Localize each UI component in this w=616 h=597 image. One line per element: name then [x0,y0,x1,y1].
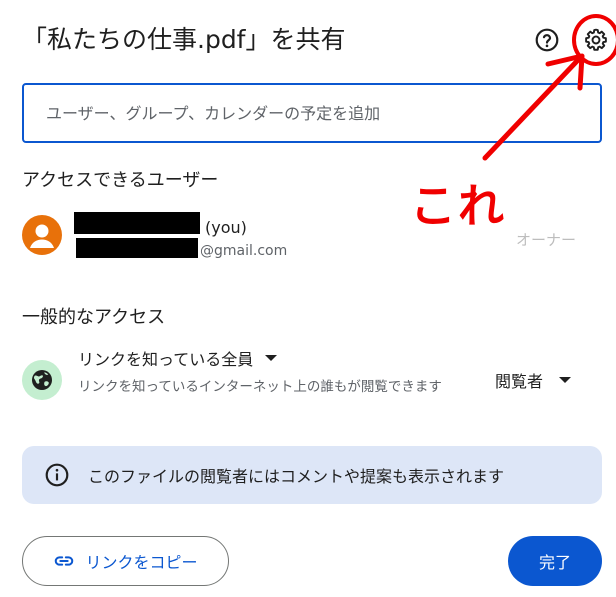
annotation-arrow [482,53,585,161]
annotation-text: これ [410,179,506,233]
